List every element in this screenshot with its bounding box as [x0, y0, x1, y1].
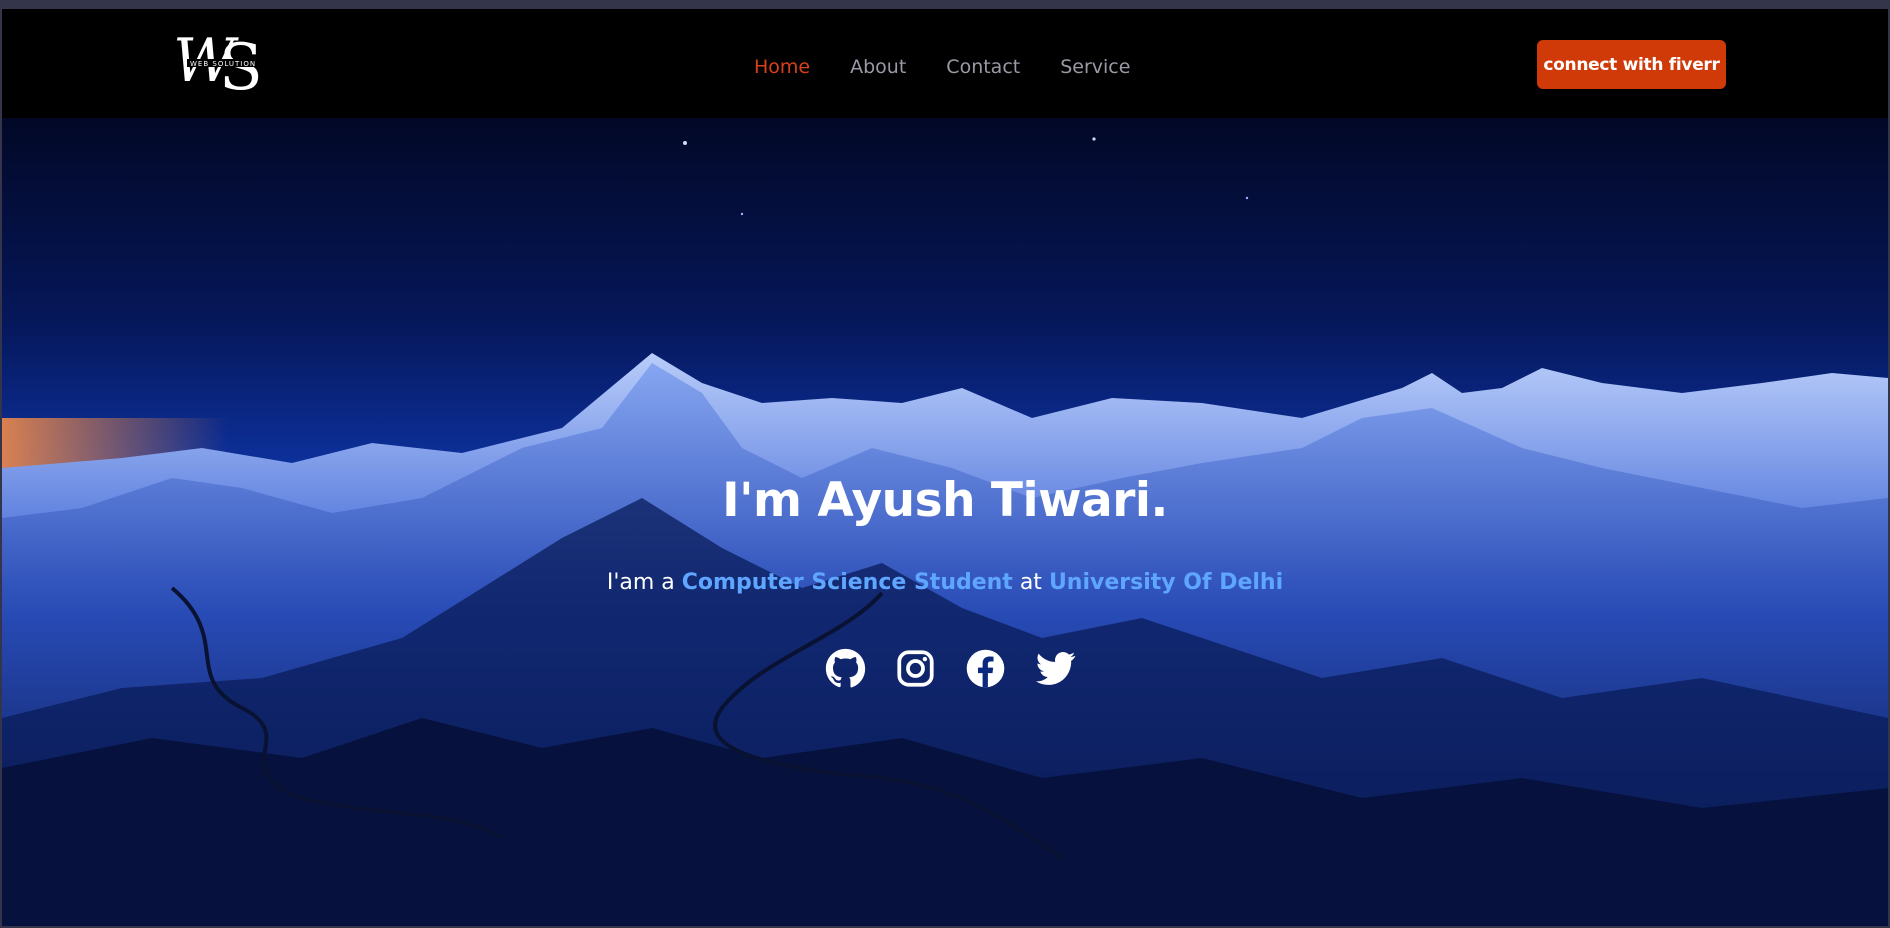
- subtitle-org: University Of Delhi: [1048, 570, 1284, 595]
- subtitle-mid: at: [1019, 570, 1042, 595]
- svg-text:WEB SOLUTION: WEB SOLUTION: [190, 60, 256, 68]
- nav-service[interactable]: Service: [1060, 55, 1130, 79]
- navbar: W S WEB SOLUTION Home About Contact Serv…: [2, 9, 1888, 118]
- hero-subtitle: I'am a Computer Science Student at Unive…: [2, 570, 1888, 595]
- social-links: [825, 648, 1076, 689]
- facebook-icon[interactable]: [965, 648, 1006, 689]
- logo-icon[interactable]: W S WEB SOLUTION: [173, 31, 277, 93]
- hero-title: I'm Ayush Tiwari.: [722, 473, 1168, 528]
- subtitle-prefix: I'am a: [606, 570, 675, 595]
- hero-section: I'm Ayush Tiwari. I'am a Computer Scienc…: [2, 118, 1888, 926]
- browser-viewport: W S WEB SOLUTION Home About Contact Serv…: [0, 0, 1890, 928]
- twitter-icon[interactable]: [1035, 648, 1076, 689]
- nav-home[interactable]: Home: [754, 55, 810, 79]
- nav-about[interactable]: About: [850, 55, 906, 79]
- instagram-icon[interactable]: [895, 648, 936, 689]
- nav-links: Home About Contact Service: [754, 55, 1170, 79]
- connect-fiverr-button[interactable]: connect with fiverr: [1537, 40, 1726, 89]
- subtitle-role: Computer Science Student: [681, 570, 1013, 595]
- github-icon[interactable]: [825, 648, 866, 689]
- nav-contact[interactable]: Contact: [946, 55, 1020, 79]
